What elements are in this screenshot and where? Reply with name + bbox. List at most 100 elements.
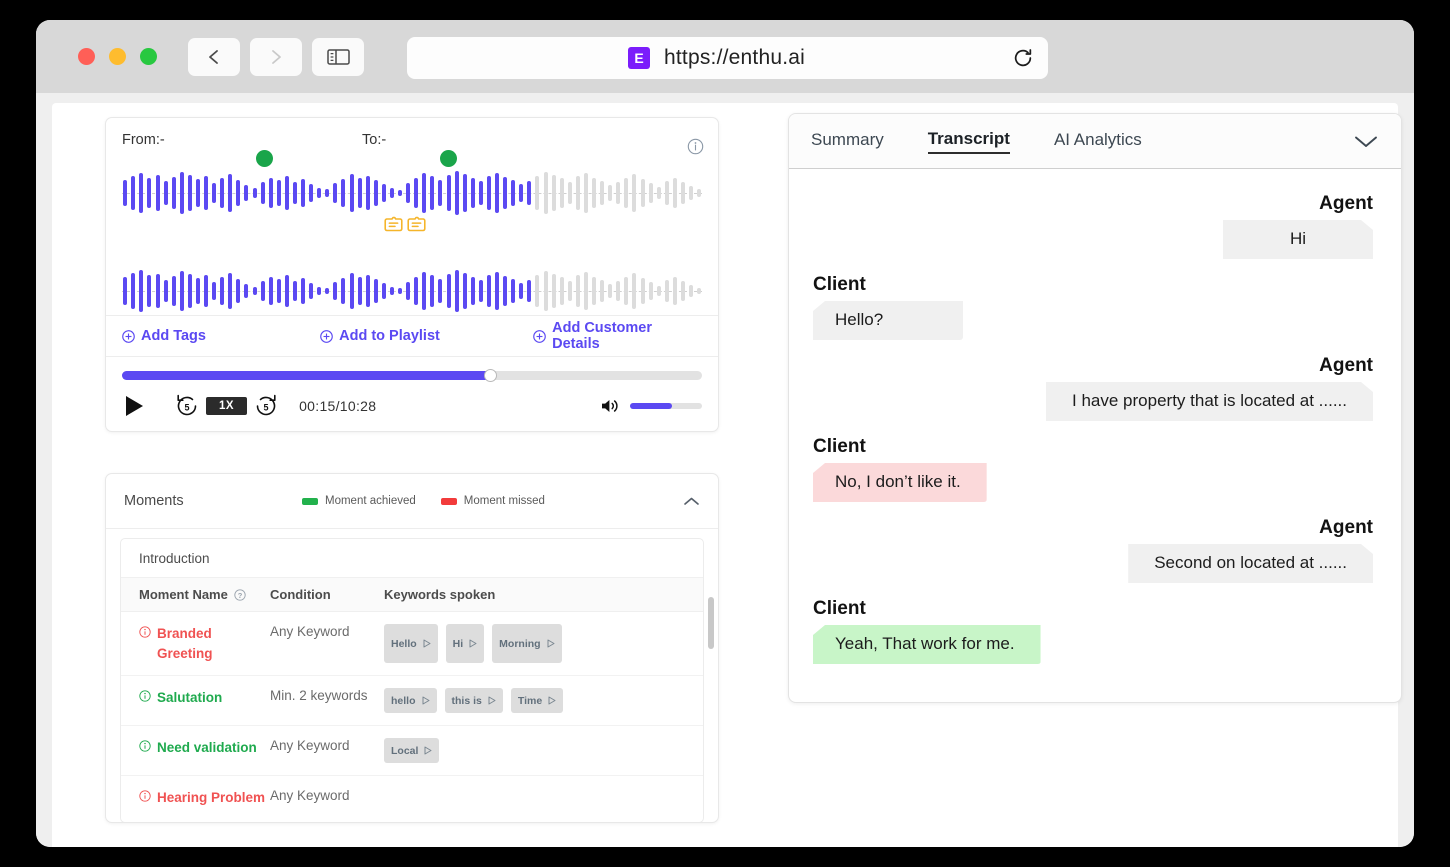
- message-bubble[interactable]: Second on located at ......: [1128, 544, 1373, 583]
- rewind-5-icon[interactable]: 5: [174, 393, 200, 419]
- keyword-chip[interactable]: Time: [510, 688, 564, 714]
- waveform-bar: [268, 277, 273, 305]
- from-label: From:-: [122, 132, 165, 148]
- moment-keywords: Hello Hi Morning: [384, 624, 685, 664]
- status-info-icon[interactable]: [139, 690, 151, 702]
- table-row[interactable]: Salutation Min. 2 keywords hello this is Tim…: [121, 676, 703, 727]
- back-button[interactable]: [188, 37, 240, 76]
- transcript-message: Client Yeah, That work for me.: [813, 598, 1373, 664]
- play-keyword-icon[interactable]: [548, 696, 556, 705]
- waveform-bar: [365, 275, 370, 307]
- site-favicon: E: [628, 47, 651, 69]
- waveform-bar: [454, 171, 459, 215]
- keyword-chip[interactable]: Hi: [445, 624, 485, 664]
- waveform-bars-2: [122, 260, 702, 322]
- play-keyword-icon[interactable]: [424, 746, 432, 755]
- forward-button[interactable]: [250, 37, 302, 76]
- forward-5-icon[interactable]: 5: [253, 393, 279, 419]
- chevron-up-icon[interactable]: [683, 496, 700, 507]
- keyword-chip[interactable]: this is: [444, 688, 503, 714]
- waveform-bar: [139, 173, 144, 213]
- sidebar-icon: [326, 48, 350, 65]
- waveform-bar: [624, 277, 629, 305]
- add-tags-button[interactable]: Add Tags: [122, 328, 320, 344]
- status-info-icon[interactable]: [139, 740, 151, 752]
- volume-slider[interactable]: [630, 403, 702, 409]
- waveform-bar: [527, 181, 532, 205]
- seek-handle[interactable]: [484, 369, 498, 382]
- keyword-chip[interactable]: Local: [384, 738, 440, 764]
- moments-section-title: Introduction: [121, 539, 703, 578]
- minimize-window-button[interactable]: [109, 48, 126, 65]
- tab-transcript[interactable]: Transcript: [927, 129, 1010, 154]
- volume-icon[interactable]: [600, 397, 620, 415]
- note-marker-icon[interactable]: [384, 216, 403, 232]
- chevron-right-icon: [272, 49, 281, 64]
- add-to-playlist-button[interactable]: Add to Playlist: [320, 328, 533, 344]
- note-marker-icon[interactable]: [407, 216, 426, 232]
- keyword-chip[interactable]: hello: [384, 688, 437, 714]
- waveform-stack: [122, 150, 702, 322]
- toggle-sidebar-button[interactable]: [312, 37, 364, 76]
- seek-fill: [122, 371, 491, 380]
- plus-circle-icon: [122, 329, 135, 343]
- legend-swatch-achieved: [302, 497, 318, 505]
- to-label: To:-: [362, 132, 387, 148]
- waveform-bar: [527, 280, 532, 302]
- waveform-bar: [503, 276, 508, 306]
- waveform-bar: [543, 172, 548, 214]
- message-bubble-row: Hello?: [813, 301, 1373, 340]
- message-bubble[interactable]: Yeah, That work for me.: [813, 625, 1041, 664]
- keyword-chip[interactable]: Hello: [384, 624, 438, 664]
- table-row[interactable]: Need validation Any Keyword Local: [121, 726, 703, 777]
- play-keyword-icon[interactable]: [547, 639, 555, 648]
- playback-speed-button[interactable]: 1X: [206, 397, 248, 415]
- add-customer-details-button[interactable]: Add Customer Details: [533, 320, 702, 352]
- play-keyword-icon[interactable]: [422, 696, 430, 705]
- play-keyword-icon[interactable]: [469, 639, 477, 648]
- tab-summary[interactable]: Summary: [811, 130, 884, 153]
- zoom-window-button[interactable]: [140, 48, 157, 65]
- legend-achieved-label: Moment achieved: [325, 495, 416, 507]
- waveform-bar: [422, 272, 427, 310]
- keyword-chip[interactable]: Morning: [492, 624, 562, 664]
- info-icon[interactable]: [687, 138, 704, 155]
- tab-ai-analytics[interactable]: AI Analytics: [1054, 130, 1142, 153]
- waveform-bar: [389, 287, 394, 295]
- waveform-bar: [470, 277, 475, 305]
- reload-icon[interactable]: [1012, 47, 1034, 69]
- moment-marker-dot[interactable]: [256, 150, 273, 167]
- address-bar[interactable]: E https://enthu.ai: [407, 37, 1048, 79]
- table-row[interactable]: Hearing Problem Any Keyword: [121, 776, 703, 822]
- help-icon[interactable]: ?: [234, 588, 246, 601]
- play-button[interactable]: [126, 396, 143, 416]
- play-keyword-icon[interactable]: [488, 696, 496, 705]
- waveform-bar: [697, 189, 702, 197]
- moment-marker-dot[interactable]: [440, 150, 457, 167]
- close-window-button[interactable]: [78, 48, 95, 65]
- message-bubble-row: Second on located at ......: [813, 544, 1373, 583]
- waveform-bar: [357, 277, 362, 305]
- waveform-bar: [632, 273, 637, 309]
- waveform-track-1[interactable]: [122, 150, 702, 232]
- status-info-icon[interactable]: [139, 626, 151, 638]
- moments-scroll-thumb[interactable]: [708, 597, 714, 649]
- waveform-track-2[interactable]: [122, 260, 702, 322]
- table-row[interactable]: Branded Greeting Any Keyword Hello Hi Mornin…: [121, 612, 703, 677]
- waveform-bar: [179, 172, 184, 214]
- waveform-bar: [422, 173, 427, 213]
- waveform-bar: [228, 273, 233, 309]
- waveform-bar: [236, 279, 241, 303]
- message-bubble[interactable]: I have property that is located at .....…: [1046, 382, 1373, 421]
- message-bubble[interactable]: No, I don’t like it.: [813, 463, 987, 502]
- moments-scrollbar[interactable]: [708, 597, 714, 822]
- play-keyword-icon[interactable]: [423, 639, 431, 648]
- seek-bar[interactable]: [122, 369, 702, 382]
- message-speaker: Client: [813, 436, 866, 457]
- message-bubble[interactable]: Hello?: [813, 301, 963, 340]
- keyword-chip-label: this is: [451, 694, 482, 707]
- status-info-icon[interactable]: [139, 790, 151, 802]
- waveform-bar: [139, 270, 144, 312]
- message-bubble[interactable]: Hi: [1223, 220, 1373, 259]
- chevron-down-icon[interactable]: [1353, 134, 1379, 149]
